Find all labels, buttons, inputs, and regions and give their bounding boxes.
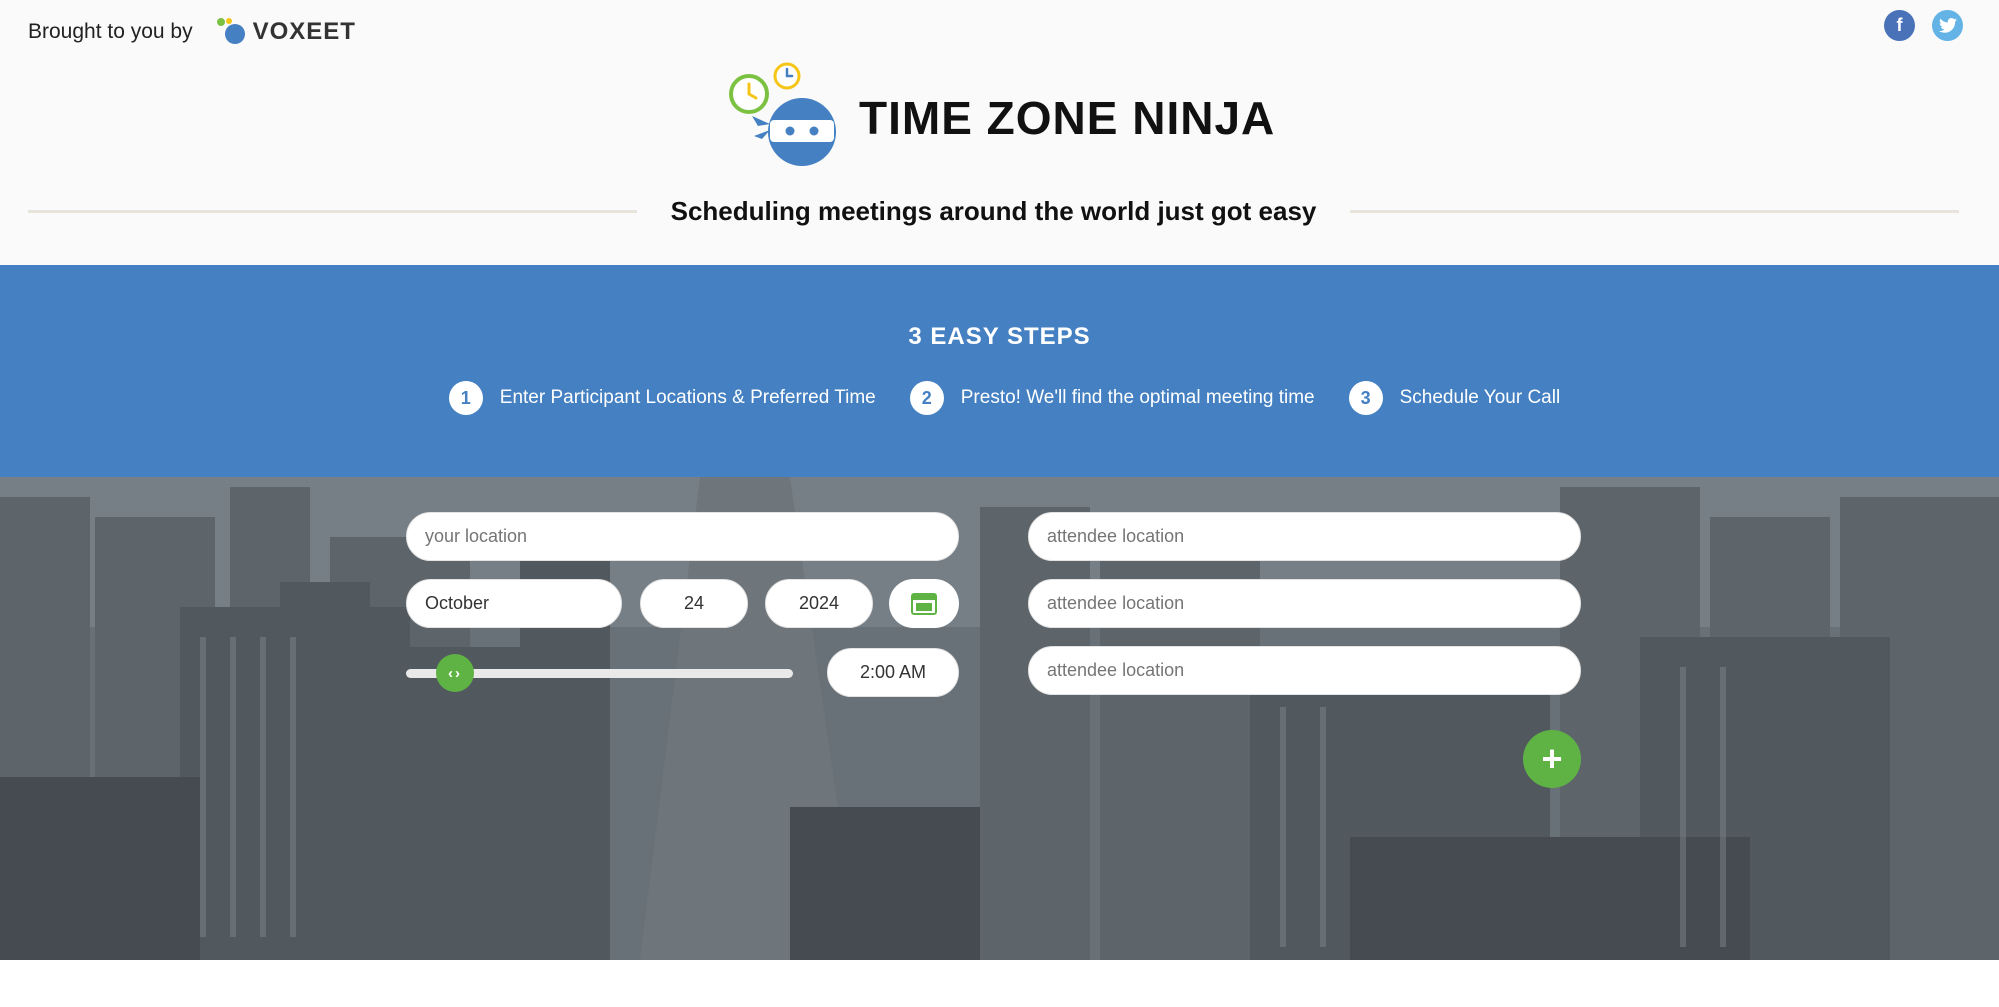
step-label: Schedule Your Call	[1399, 387, 1561, 408]
step-3: 3 Schedule Your Call	[1348, 381, 1561, 415]
attendee-location-input-1[interactable]	[1028, 512, 1581, 561]
page-footer-space	[0, 960, 1999, 1007]
brought-by-label: Brought to you by	[28, 20, 193, 43]
step-2: 2 Presto! We'll find the optimal meeting…	[909, 381, 1315, 415]
day-value: 24	[683, 593, 705, 613]
sponsor-bar: Brought to you by VOXEET	[28, 16, 356, 48]
day-select[interactable]: 24	[640, 579, 748, 628]
social-links: f t	[1884, 10, 1963, 41]
month-value: October	[425, 593, 490, 613]
year-select[interactable]: 2024	[765, 579, 873, 628]
calendar-icon	[911, 592, 937, 615]
site-logo[interactable]: TIME ZONE NINJA	[728, 60, 1275, 170]
step-number: 1	[448, 381, 483, 415]
attendee-location-input-2[interactable]	[1028, 579, 1581, 628]
month-select[interactable]: October	[406, 579, 622, 628]
tagline-row: Scheduling meetings around the world jus…	[28, 196, 1959, 227]
steps-section: 3 EASY STEPS 1 Enter Participant Locatio…	[0, 265, 1999, 477]
site-title: TIME ZONE NINJA	[859, 92, 1276, 144]
time-slider-handle[interactable]: ‹›	[436, 654, 474, 692]
tagline-divider-left	[28, 210, 637, 213]
time-display[interactable]: 2:00 AM	[827, 648, 959, 697]
tagline-divider-right	[1350, 210, 1959, 213]
step-label: Enter Participant Locations & Preferred …	[499, 387, 876, 408]
step-number: 2	[909, 381, 944, 415]
step-number: 3	[1348, 381, 1383, 415]
attendee-location-input-3[interactable]	[1028, 646, 1581, 695]
your-location-input[interactable]	[406, 512, 959, 561]
steps-title: 3 EASY STEPS	[908, 323, 1091, 350]
steps-list: 1 Enter Participant Locations & Preferre…	[0, 381, 1999, 415]
voxeet-wordmark: VOXEET	[252, 18, 356, 45]
calendar-button[interactable]	[889, 579, 959, 628]
twitter-icon[interactable]: t	[1932, 10, 1963, 41]
year-value: 2024	[798, 593, 840, 613]
voxeet-brand-link[interactable]: VOXEET	[215, 16, 356, 48]
time-value: 2:00 AM	[859, 662, 927, 682]
voxeet-logo-icon	[216, 18, 245, 44]
facebook-icon[interactable]: f	[1884, 10, 1915, 41]
step-1: 1 Enter Participant Locations & Preferre…	[448, 381, 876, 415]
add-attendee-button[interactable]: +	[1523, 730, 1581, 788]
ninja-logo-icon	[729, 62, 836, 166]
slider-arrows-icon: ‹›	[448, 664, 462, 682]
step-label: Presto! We'll find the optimal meeting t…	[960, 387, 1315, 408]
city-skyline-image	[0, 477, 1999, 960]
tagline: Scheduling meetings around the world jus…	[670, 196, 1317, 226]
plus-icon: +	[1541, 738, 1563, 779]
city-background	[0, 477, 1999, 960]
